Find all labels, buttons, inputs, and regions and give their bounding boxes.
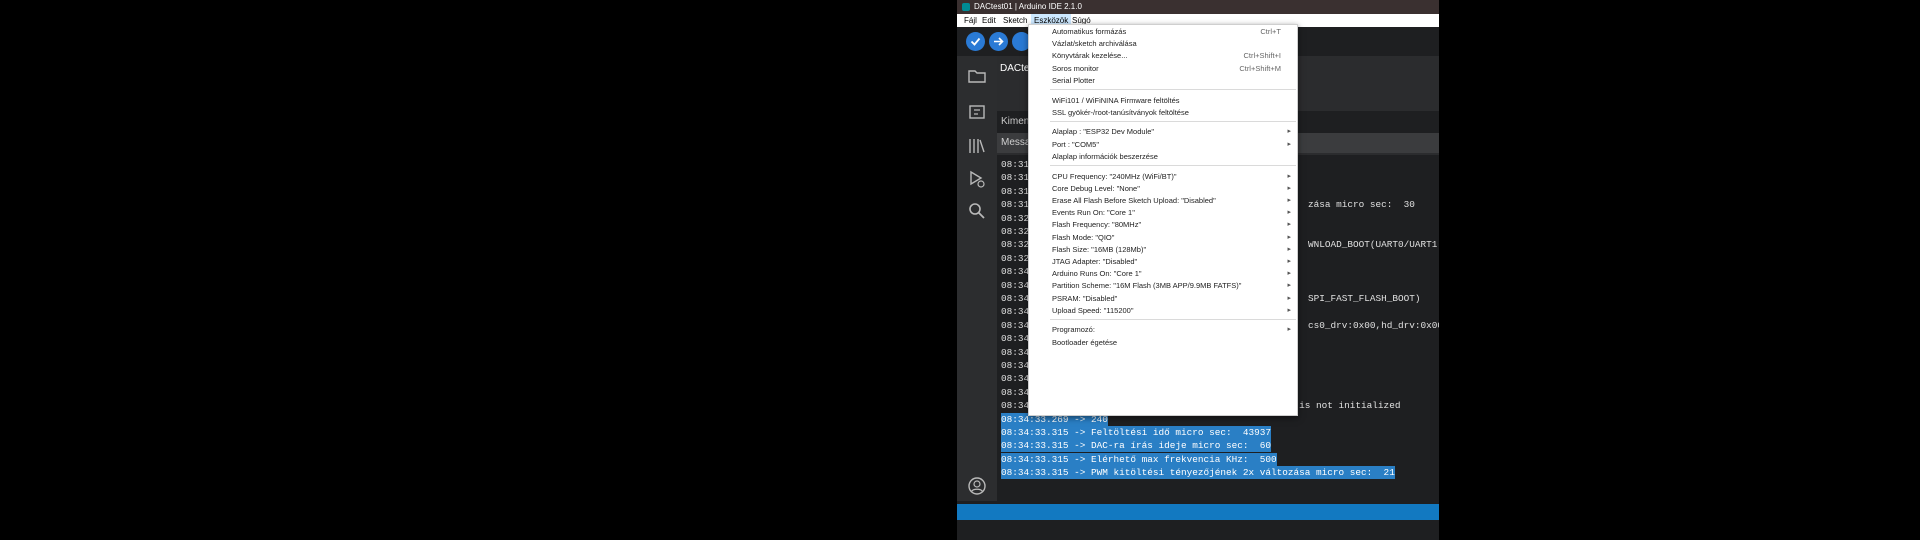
menu-item-label: Alaplap információk beszerzése	[1052, 151, 1158, 161]
console-line-fragment: zása micro sec: 30	[1308, 199, 1415, 211]
menu-separator	[1050, 318, 1296, 320]
console-line: 08:34:33.315 -> DAC-ra írás ideje micro …	[1001, 439, 1272, 453]
console-line: 08:31	[1001, 199, 1030, 211]
console-line: 08:32	[1001, 212, 1030, 224]
console-line: 08:32	[1001, 239, 1030, 251]
menu-separator	[1050, 89, 1296, 90]
arrow-right-icon	[994, 37, 1004, 46]
arduino-app-icon	[962, 3, 970, 11]
menu-item[interactable]: Bootloader égetése	[1029, 336, 1297, 350]
user-avatar-icon[interactable]	[967, 476, 987, 496]
menu-item[interactable]: Upload Speed: "115200" ▸	[1029, 304, 1297, 318]
console-line: 08:32	[1001, 226, 1030, 237]
console-line: 08:31	[1001, 172, 1030, 184]
menu-item[interactable]: Serial Plotter	[1029, 74, 1297, 88]
menu-separator	[1050, 120, 1296, 122]
submenu-arrow-icon: ▸	[1287, 306, 1291, 314]
upload-button[interactable]	[989, 32, 1008, 51]
menu-file[interactable]: Fájl	[961, 14, 980, 27]
console-line: 08:34	[1001, 333, 1030, 345]
console-line: 08:34:33.315 -> Feltöltési idő micro sec…	[1001, 426, 1272, 439]
menu-item[interactable]: SSL gyökér-/root-tanúsítványok feltöltés…	[1029, 106, 1297, 120]
menu-item-label: Bootloader égetése	[1052, 337, 1118, 347]
console-line: 08:31	[1001, 159, 1030, 170]
console-line: 08:34	[1001, 346, 1030, 358]
title-bar: DACtest01 | Arduino IDE 2.1.0	[957, 0, 1439, 14]
menu-item-label: Serial Plotter	[1052, 75, 1095, 85]
check-icon	[970, 37, 981, 46]
menu-item[interactable]: Alaplap információk beszerzése	[1029, 150, 1297, 164]
debug-icon[interactable]	[967, 169, 987, 189]
menu-item-label: Upload Speed: "115200"	[1052, 305, 1134, 315]
menu-item-label: SSL gyökér-/root-tanúsítványok feltöltés…	[1052, 107, 1189, 117]
search-icon[interactable]	[967, 201, 987, 221]
console-line-fragment: cs0_drv:0x00,hd_drv:0x00	[1308, 319, 1439, 331]
status-bar	[957, 504, 1439, 520]
verify-button[interactable]	[966, 32, 985, 51]
sidebar	[957, 56, 997, 501]
menu-edit[interactable]: Edit	[979, 14, 999, 27]
window-title: DACtest01 | Arduino IDE 2.1.0	[974, 2, 1082, 11]
console-line: 08:32	[1001, 252, 1030, 264]
library-manager-icon[interactable]	[967, 136, 987, 156]
console-line: 08:34	[1001, 266, 1030, 278]
boards-manager-icon[interactable]	[967, 102, 987, 122]
console-line: 08:34	[1001, 319, 1030, 331]
menu-separator	[1050, 165, 1296, 166]
console-line: 08:34	[1001, 386, 1030, 398]
console-line-fragment: SPI_FAST_FLASH_BOOT)	[1308, 293, 1421, 304]
console-line: 08:34	[1001, 293, 1030, 304]
tools-dropdown-menu: Automatikus formázás Ctrl+T Vázlat/sketch …	[1028, 24, 1298, 416]
console-line: 08:34	[1001, 373, 1030, 385]
menu-sketch[interactable]: Sketch	[1000, 14, 1030, 27]
console-line: 08:34:33.315 -> Elérhető max frekvencia …	[1001, 452, 1277, 466]
console-line: 08:34	[1001, 360, 1030, 371]
folder-icon[interactable]	[967, 66, 987, 86]
console-line: 08:34	[1001, 279, 1030, 291]
console-line-fragment: WNLOAD_BOOT(UART0/UART1	[1308, 239, 1438, 251]
sketch-tab-title[interactable]: DACte	[1000, 63, 1029, 74]
console-line: 08:34	[1001, 306, 1030, 318]
console-line: 08:34:33.315 -> PWM kitöltési tényezőjén…	[1001, 466, 1395, 480]
console-line: 08:31	[1001, 185, 1030, 197]
